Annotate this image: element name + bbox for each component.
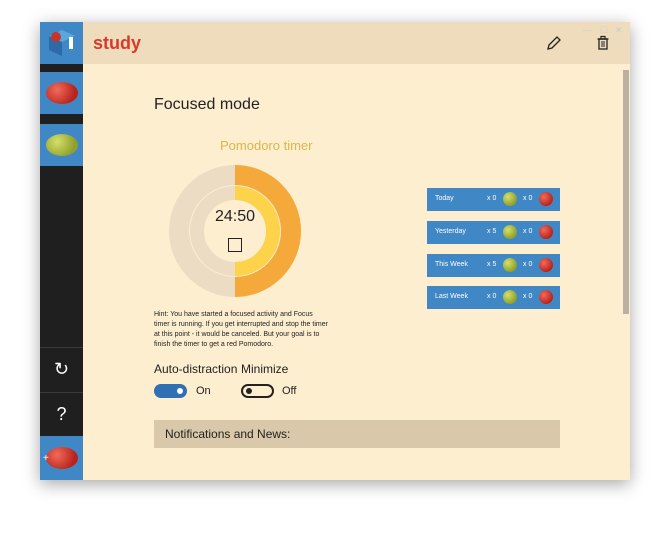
red-count: x 0 bbox=[523, 293, 533, 300]
ring-progress-inner bbox=[234, 186, 280, 276]
page-title: Focused mode bbox=[154, 96, 260, 113]
stat-label: Yesterday bbox=[435, 228, 466, 235]
trash-icon bbox=[597, 35, 609, 50]
green-count: x 0 bbox=[487, 195, 497, 202]
scrollbar[interactable] bbox=[623, 70, 629, 314]
cube-icon bbox=[48, 30, 75, 56]
green-count: x 5 bbox=[487, 261, 497, 268]
green-tomato-icon bbox=[503, 258, 517, 272]
timer-title: Pomodoro timer bbox=[220, 138, 313, 153]
minimize-button[interactable]: — bbox=[583, 25, 592, 35]
red-tomato-icon bbox=[45, 82, 78, 104]
maximize-button[interactable]: ☐ bbox=[600, 25, 608, 36]
toggle-knob bbox=[177, 388, 183, 394]
auto-distraction-toggle[interactable] bbox=[154, 384, 187, 398]
red-tomato-icon bbox=[539, 258, 553, 272]
close-button[interactable]: ✕ bbox=[615, 25, 623, 36]
stat-label: Last Week bbox=[435, 293, 468, 300]
sidebar: ↻ ? + bbox=[40, 22, 83, 480]
red-count: x 0 bbox=[523, 195, 533, 202]
refresh-button[interactable]: ↻ bbox=[40, 347, 83, 390]
add-pomodoro-button[interactable]: + bbox=[40, 436, 83, 480]
red-count: x 0 bbox=[523, 228, 533, 235]
app-title: study bbox=[93, 33, 142, 53]
minimize-label: Minimize bbox=[241, 362, 289, 376]
sidebar-item-red-pomodoro[interactable] bbox=[40, 72, 83, 114]
green-count: x 0 bbox=[487, 293, 497, 300]
toggle-knob bbox=[246, 388, 252, 394]
stat-row-last-week: Last Week x 0 x 0 bbox=[427, 286, 560, 309]
stat-label: This Week bbox=[435, 261, 468, 268]
app-logo[interactable] bbox=[40, 22, 83, 64]
red-tomato-icon bbox=[45, 447, 78, 469]
plus-icon: + bbox=[43, 453, 49, 464]
red-tomato-icon bbox=[539, 225, 553, 239]
stat-label: Today bbox=[435, 195, 454, 202]
green-tomato-icon bbox=[503, 290, 517, 304]
pencil-icon bbox=[547, 36, 561, 50]
help-button[interactable]: ? bbox=[40, 392, 83, 435]
red-tomato-icon bbox=[539, 192, 553, 206]
sidebar-item-green-pomodoro[interactable] bbox=[40, 124, 83, 166]
stop-timer-button[interactable] bbox=[228, 238, 242, 252]
timer-ring bbox=[169, 165, 301, 297]
hint-text: Hint: You have started a focused activit… bbox=[154, 311, 328, 348]
help-icon: ? bbox=[56, 403, 67, 424]
stat-row-today: Today x 0 x 0 bbox=[427, 188, 560, 211]
header: study — ☐ ✕ bbox=[83, 22, 630, 64]
green-tomato-icon bbox=[503, 225, 517, 239]
auto-distraction-label: Auto-distraction bbox=[154, 362, 238, 376]
red-count: x 0 bbox=[523, 261, 533, 268]
auto-distraction-state: On bbox=[196, 385, 211, 397]
notifications-label: Notifications and News: bbox=[165, 427, 291, 441]
stat-row-yesterday: Yesterday x 5 x 0 bbox=[427, 221, 560, 244]
delete-button[interactable] bbox=[593, 33, 613, 53]
green-tomato-icon bbox=[503, 192, 517, 206]
minimize-state: Off bbox=[282, 385, 297, 397]
minimize-toggle[interactable] bbox=[241, 384, 274, 398]
edit-button[interactable] bbox=[544, 33, 564, 53]
red-tomato-icon bbox=[539, 290, 553, 304]
refresh-icon: ↻ bbox=[53, 358, 70, 379]
timer-value: 24:50 bbox=[214, 208, 256, 225]
green-tomato-icon bbox=[45, 134, 78, 156]
stat-row-this-week: This Week x 5 x 0 bbox=[427, 254, 560, 277]
notifications-bar: Notifications and News: bbox=[154, 420, 560, 448]
app-window: ↻ ? + study — ☐ ✕ Focused mode Pomodoro … bbox=[40, 22, 630, 480]
green-count: x 5 bbox=[487, 228, 497, 235]
